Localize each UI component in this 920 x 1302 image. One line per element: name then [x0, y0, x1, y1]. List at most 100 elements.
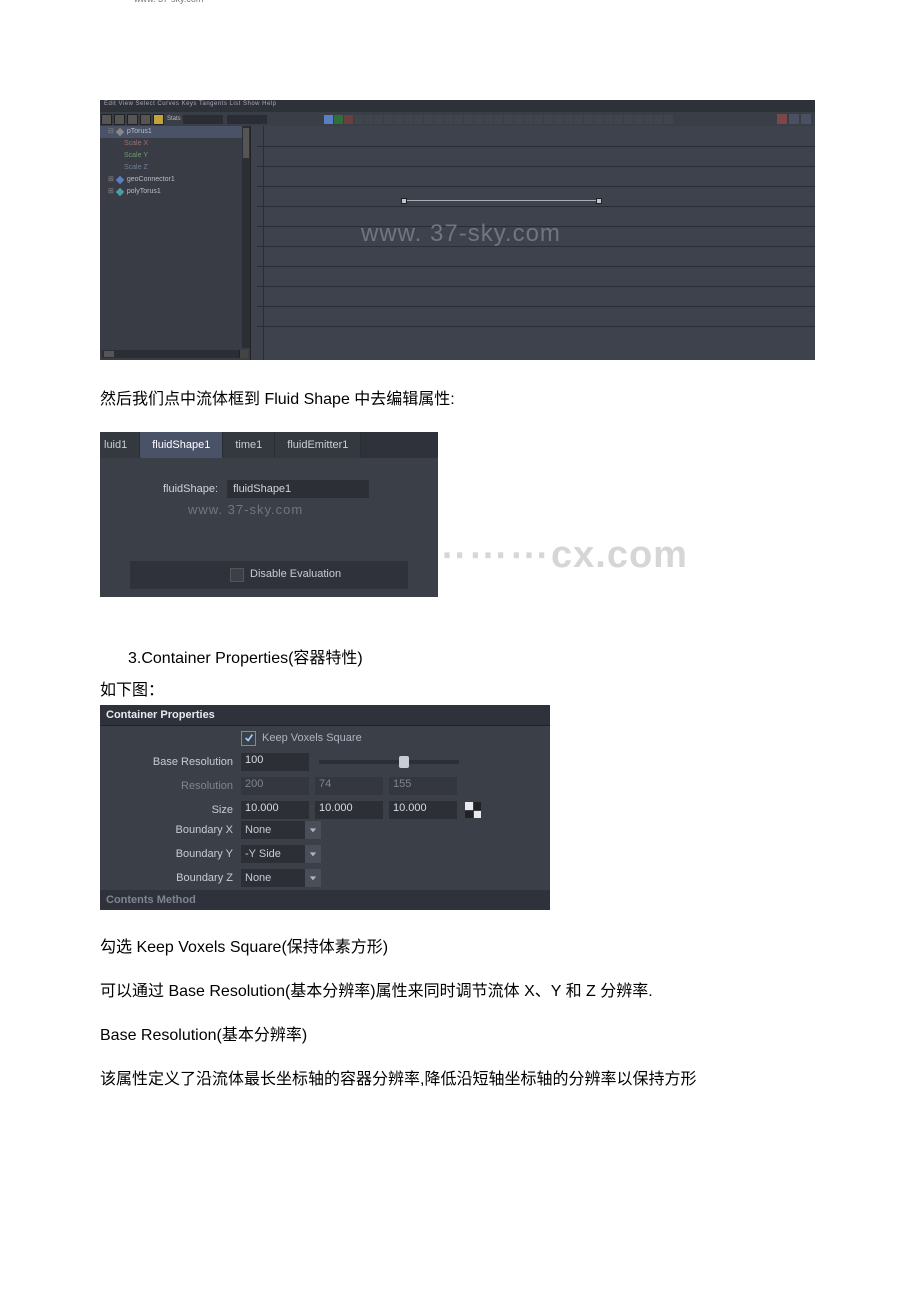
channel-item: Scale Y: [100, 150, 250, 162]
panel-subtitle: Contents Method: [100, 890, 550, 910]
toolbar-btn-icon: [664, 115, 673, 124]
key-icon: [153, 114, 164, 125]
toolbar-btn-icon: [444, 115, 453, 124]
gridline: [257, 186, 815, 187]
outliner-item: ⊞ polyTorus1: [100, 186, 250, 198]
stats-field-2: [227, 115, 267, 124]
dropdown-value: None: [245, 824, 271, 836]
graph-view: www. 37-sky.com: [251, 126, 815, 360]
field-label: Boundary Z: [108, 872, 241, 884]
expand-icon: ⊞: [108, 187, 114, 197]
keep-voxels-checkbox: [241, 731, 256, 746]
toolbar-btn-icon: [644, 115, 653, 124]
record-icon: [777, 114, 787, 124]
base-resolution-slider: [319, 760, 459, 764]
gridline: [257, 306, 815, 307]
outliner-item: ⊞ geoConnector1: [100, 174, 250, 186]
node-icon: [116, 188, 124, 196]
toolbar-btn-icon: [534, 115, 543, 124]
toolbar-btn-icon: [354, 115, 363, 124]
graph-editor-screenshot: Edit View Select Curves Keys Tangents Li…: [100, 100, 815, 360]
checkbox-label: Disable Evaluation: [250, 568, 341, 580]
toolbar-btn-icon: [344, 115, 353, 124]
gridline: [257, 166, 815, 167]
document-page: Edit View Select Curves Keys Tangents Li…: [0, 0, 920, 1172]
toolbar-btn-icon: [394, 115, 403, 124]
toolbar-btn-icon: [554, 115, 563, 124]
disable-evaluation-checkbox: [230, 568, 244, 582]
gridline: [257, 266, 815, 267]
toolbar-btn-icon: [494, 115, 503, 124]
toolbar-btn-icon: [654, 115, 663, 124]
toolbar-btn-icon: [484, 115, 493, 124]
chevron-down-icon: [305, 845, 321, 863]
checkbox-row: Disable Evaluation: [130, 561, 408, 589]
toolbar-btn-icon: [624, 115, 633, 124]
channel-item: Scale Z: [100, 162, 250, 174]
watermark-dots: ⋯⋯⋯: [428, 534, 551, 576]
toolbar-icon: [140, 114, 151, 125]
gridline: [257, 286, 815, 287]
body-text: 该属性定义了沿流体最长坐标轴的容器分辨率,降低沿短轴坐标轴的分辨率以保持方形: [100, 1068, 820, 1092]
toolbar-btn-icon: [324, 115, 333, 124]
field-label: Boundary X: [108, 824, 241, 836]
watermark-text: www. 37-sky.com: [361, 220, 561, 248]
panel-title: Container Properties: [100, 705, 550, 726]
resolution-x-input: 200: [241, 777, 309, 795]
gridline: [257, 326, 815, 327]
container-properties-panel: Container Properties Keep Voxels Square …: [100, 705, 550, 910]
stats-field-1: [183, 115, 223, 124]
toolbar-btn-icon: [434, 115, 443, 124]
field-label: fluidShape:: [130, 483, 218, 495]
toolbar-btn-icon: [334, 115, 343, 124]
toolbar-icon: [101, 114, 112, 125]
toolbar-right: [775, 114, 811, 124]
gridline: [257, 146, 815, 147]
checkbox-label: Keep Voxels Square: [262, 732, 362, 744]
toolbar-btn-icon: [564, 115, 573, 124]
boundary-x-dropdown: None: [241, 821, 321, 839]
animation-curve: [401, 200, 601, 207]
body-text: 勾选 Keep Voxels Square(保持体素方形): [100, 936, 820, 960]
boundary-z-row: Boundary Z None: [100, 866, 550, 890]
expand-icon: ⊞: [108, 175, 114, 185]
boundary-z-dropdown: None: [241, 869, 321, 887]
page-watermark: ⋯⋯⋯cx.com: [428, 532, 688, 577]
tab-fluid1: luid1: [100, 432, 140, 458]
watermark-text-fragment: cx.com: [551, 534, 688, 576]
body-text: 可以通过 Base Resolution(基本分辨率)属性来同时调节流体 X、Y…: [100, 980, 820, 1004]
resolution-row: Resolution 200 74 155: [100, 774, 550, 798]
keyframe-icon: [401, 198, 407, 204]
toolbar-btn-icon: [614, 115, 623, 124]
outliner-item: ⊟ pTorus1: [100, 126, 250, 138]
resolution-y-input: 74: [315, 777, 383, 795]
toolbar-btn-icon: [584, 115, 593, 124]
toolbar-btn-icon: [464, 115, 473, 124]
toolbar-btn-icon: [574, 115, 583, 124]
size-y-input: 10.000: [315, 801, 383, 819]
tab-fluidemitter1: fluidEmitter1: [275, 432, 361, 458]
node-icon: [116, 128, 124, 136]
section-title: 3.Container Properties(容器特性): [100, 647, 820, 671]
y-axis: [263, 126, 264, 360]
boundary-y-row: Boundary Y -Y Side: [100, 842, 550, 866]
vertical-scrollbar: [242, 126, 250, 348]
toolbar-btn-icon: [789, 114, 799, 124]
menu-bar: Edit View Select Curves Keys Tangents Li…: [100, 100, 815, 112]
node-label: geoConnector1: [127, 175, 175, 185]
toolbar-btn-icon: [801, 114, 811, 124]
stats-label: Stats: [167, 116, 181, 122]
expand-icon: ⊟: [108, 127, 114, 137]
toolbar-btn-icon: [604, 115, 613, 124]
chevron-down-icon: [305, 869, 321, 887]
resolution-z-input: 155: [389, 777, 457, 795]
watermark-text: www. 37-sky.com: [134, 0, 203, 4]
watermark-text: www. 37-sky.com: [188, 502, 438, 517]
size-x-input: 10.000: [241, 801, 309, 819]
base-resolution-row: Base Resolution 100: [100, 750, 550, 774]
chevron-down-icon: [305, 821, 321, 839]
base-resolution-input: 100: [241, 753, 309, 771]
keep-voxels-row: Keep Voxels Square: [100, 726, 550, 750]
dropdown-value: None: [245, 872, 271, 884]
horizontal-scrollbar: [102, 350, 248, 358]
